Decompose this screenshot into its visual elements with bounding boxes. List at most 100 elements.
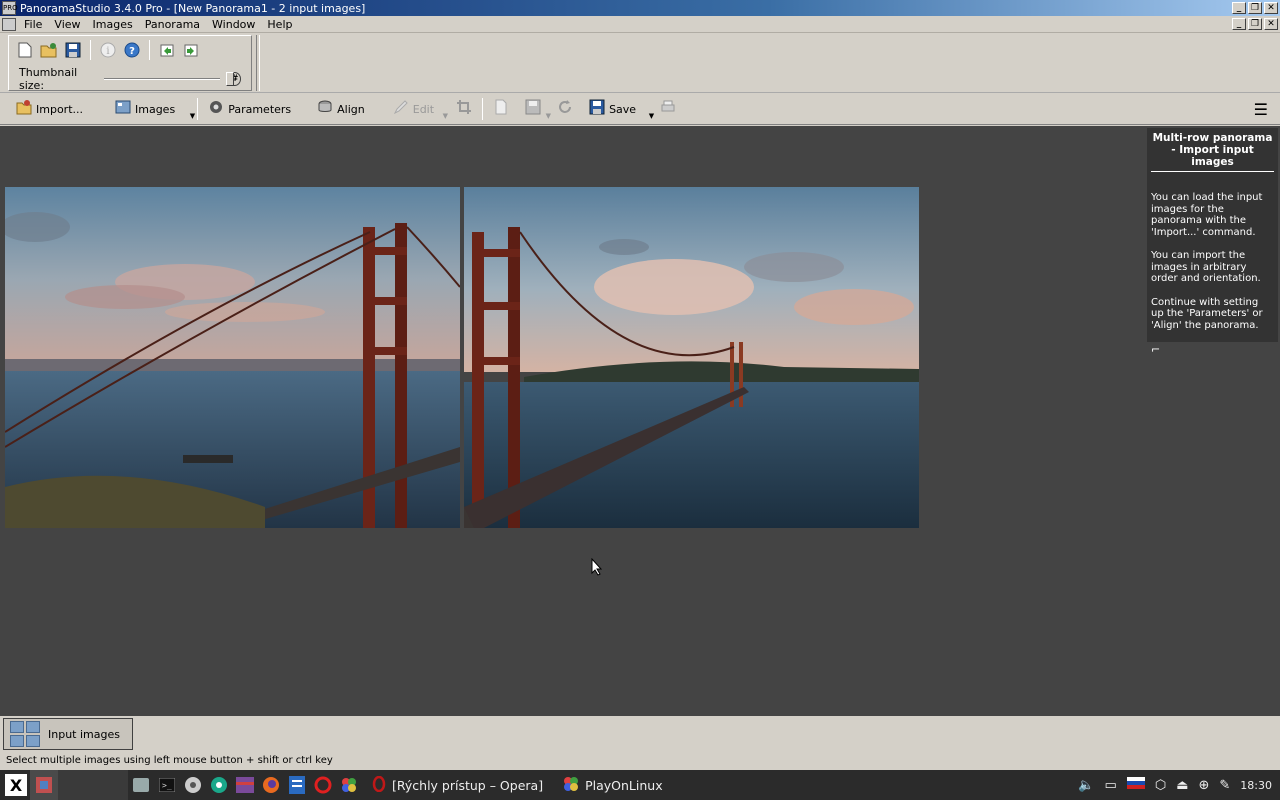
export-button[interactable]: [485, 96, 517, 122]
new-icon[interactable]: [15, 40, 35, 60]
help-paragraph-order: You can import the images in arbitrary o…: [1151, 250, 1261, 284]
status-bar: Select multiple images using left mouse …: [0, 752, 1280, 770]
images-dropdown-icon[interactable]: ▼: [190, 112, 195, 120]
document-icon[interactable]: [2, 17, 16, 31]
align-label: Align: [337, 102, 365, 116]
info-icon[interactable]: i: [98, 40, 118, 60]
slider-track: [104, 78, 221, 80]
edit-button[interactable]: Edit ▼: [385, 96, 448, 122]
workspace-pager[interactable]: [58, 770, 128, 800]
svg-text:>_: >_: [162, 781, 172, 790]
network-icon[interactable]: ⬡: [1155, 778, 1166, 793]
eject-icon[interactable]: ⏏: [1176, 778, 1188, 793]
open-icon[interactable]: [39, 40, 59, 60]
undo-icon[interactable]: [157, 40, 177, 60]
close-button[interactable]: ✕: [1264, 2, 1278, 14]
settings-icon[interactable]: [180, 770, 206, 800]
opera-window-icon: [372, 775, 386, 795]
export-icon: [493, 99, 509, 119]
opera-icon[interactable]: [310, 770, 336, 800]
menu-file[interactable]: File: [18, 18, 48, 31]
app-icon: PRO: [2, 1, 18, 15]
clock[interactable]: 18:30: [1240, 779, 1272, 792]
playonlinux-icon[interactable]: [336, 770, 362, 800]
save-as-icon: [525, 99, 541, 119]
align-button[interactable]: Align: [309, 96, 373, 122]
taskbar-window-playonlinux-label: PlayOnLinux: [585, 777, 663, 793]
document-editor-icon[interactable]: [284, 770, 310, 800]
system-tray: 🔈 ▭ ⬡ ⏏ ⊕ ✎ 18:30: [1078, 777, 1280, 793]
update-icon[interactable]: ⊕: [1198, 778, 1209, 793]
print-icon: [660, 99, 676, 119]
menu-view[interactable]: View: [48, 18, 86, 31]
thumbnail-size-slider[interactable]: [104, 72, 235, 86]
taskbar-window-playonlinux[interactable]: PlayOnLinux: [553, 770, 673, 800]
crop-button[interactable]: [448, 96, 480, 122]
parameters-button[interactable]: Parameters: [200, 96, 299, 122]
clipboard-icon[interactable]: ✎: [1219, 778, 1230, 793]
images-button[interactable]: Images ▼: [107, 96, 195, 122]
input-image-2[interactable]: [464, 187, 919, 528]
help-paragraph-continue: Continue with setting up the 'Parameters…: [1151, 296, 1263, 331]
tab-input-images-label: Input images: [48, 727, 120, 741]
collapse-icon[interactable]: ⌐: [1151, 343, 1274, 356]
taskbar: X >_ [Rýchly prístup – Opera] PlayOnLinu…: [0, 770, 1280, 800]
menu-panorama[interactable]: Panorama: [139, 18, 206, 31]
slider-knob[interactable]: [226, 72, 235, 86]
save-icon: [589, 99, 605, 119]
firefox-icon[interactable]: [258, 770, 284, 800]
menu-bar: File View Images Panorama Window Help _ …: [0, 16, 1280, 33]
images-label: Images: [135, 102, 176, 116]
start-menu-icon[interactable]: X: [2, 771, 30, 799]
svg-text:i: i: [106, 46, 109, 57]
import-button[interactable]: Import...: [8, 96, 91, 122]
taskbar-window-opera-label: [Rýchly prístup – Opera]: [392, 777, 544, 793]
edit-icon: [393, 99, 409, 119]
menu-images[interactable]: Images: [87, 18, 139, 31]
import-icon: [16, 99, 32, 119]
parameters-label: Parameters: [228, 102, 292, 116]
save-as-button[interactable]: ▼: [517, 96, 551, 122]
save-button[interactable]: Save ▼: [581, 96, 654, 122]
parameters-icon: [208, 99, 224, 119]
minimize-button[interactable]: _: [1232, 2, 1246, 14]
keyboard-layout-flag-icon[interactable]: [1126, 777, 1145, 793]
taskbar-window-opera[interactable]: [Rýchly prístup – Opera]: [362, 770, 553, 800]
chat-app-icon[interactable]: [206, 770, 232, 800]
refresh-button[interactable]: [549, 96, 581, 122]
images-icon: [115, 100, 131, 118]
tab-input-images[interactable]: Input images: [3, 718, 133, 750]
menu-window[interactable]: Window: [206, 18, 261, 31]
menu-help[interactable]: Help: [261, 18, 298, 31]
thumbnail-size-label: Thumbnail size:: [19, 66, 78, 92]
help-icon[interactable]: ?: [122, 40, 142, 60]
restore-button[interactable]: ❐: [1248, 2, 1262, 14]
print-button[interactable]: [652, 96, 684, 122]
input-images-icon: [10, 721, 40, 747]
mouse-cursor-icon: [591, 557, 603, 579]
align-icon: [317, 99, 333, 119]
display-icon[interactable]: ▭: [1105, 778, 1117, 793]
file-manager-icon[interactable]: [128, 770, 154, 800]
redo-icon[interactable]: [181, 40, 201, 60]
main-toolbar: Import... Images ▼ Parameters Align Edit…: [0, 94, 1280, 125]
help-panel: Multi-row panorama - Import input images…: [1147, 128, 1278, 356]
edit-label: Edit: [412, 102, 435, 116]
toolbar-grip[interactable]: [256, 35, 260, 91]
terminal-icon[interactable]: >_: [154, 770, 180, 800]
volume-icon[interactable]: 🔈: [1078, 778, 1094, 793]
input-image-1[interactable]: [5, 187, 460, 528]
save-icon[interactable]: [63, 40, 83, 60]
doc-close-button[interactable]: ✕: [1264, 18, 1278, 30]
refresh-icon: [557, 99, 573, 119]
svg-text:?: ?: [129, 46, 135, 57]
hamburger-menu-icon[interactable]: ☰: [1254, 100, 1268, 119]
archive-icon[interactable]: [232, 770, 258, 800]
workspace-switcher-icon[interactable]: [30, 770, 58, 800]
help-title: Multi-row panorama - Import input images: [1151, 132, 1274, 172]
crop-icon: [456, 99, 472, 119]
doc-restore-button[interactable]: ❐: [1248, 18, 1262, 30]
save-label: Save: [609, 102, 637, 116]
toolbar-separator: [482, 98, 484, 120]
doc-minimize-button[interactable]: _: [1232, 18, 1246, 30]
